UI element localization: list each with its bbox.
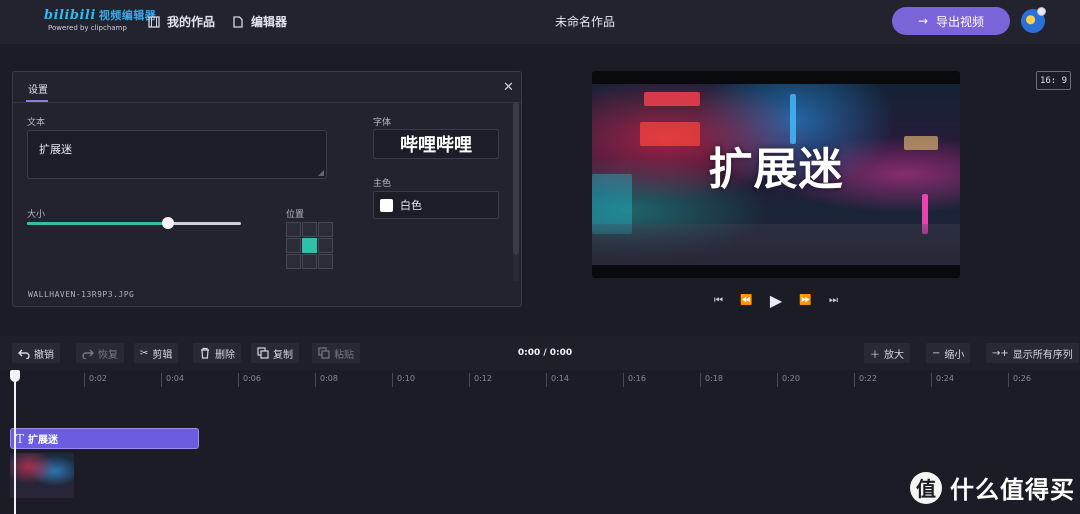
position-middle-left[interactable] <box>286 238 301 253</box>
timeline-toolbar: 撤销 恢复 ✂ 剪辑 删除 复制 粘贴 0:00 / 0:00 ＋ 放大 − 缩… <box>0 336 1080 370</box>
play-icon[interactable]: ▶ <box>770 291 782 310</box>
watermark-text: 什么值得买 <box>950 476 1075 504</box>
close-icon[interactable]: ✕ <box>503 80 514 95</box>
panel-scrollbar-track <box>513 255 519 281</box>
skip-end-icon[interactable]: ⏭ <box>829 295 838 306</box>
ruler-tick: 0:14 <box>546 373 569 387</box>
preview-title-overlay[interactable]: 扩展迷 <box>592 133 960 197</box>
zoom-out-button[interactable]: − 缩小 <box>926 343 971 363</box>
size-slider-fill <box>27 222 169 225</box>
rewind-icon[interactable]: ⏪ <box>740 295 752 306</box>
ruler-tick: 0:24 <box>931 373 954 387</box>
watermark-logo: 值 <box>910 471 942 504</box>
ruler-tick: 0:16 <box>623 373 646 387</box>
aspect-ratio-button[interactable]: 16: 9 <box>1036 71 1071 90</box>
text-icon: T <box>16 431 25 446</box>
text-label: 文本 <box>27 118 46 128</box>
minus-icon: − <box>932 347 941 359</box>
color-label: 主色 <box>373 179 392 189</box>
plus-icon: ＋ <box>870 349 880 361</box>
avatar-badge <box>1037 7 1046 16</box>
export-video-button[interactable]: → 导出视频 <box>892 7 1010 35</box>
video-preview[interactable]: 扩展迷 <box>592 71 960 278</box>
show-all-label: 显示所有序列 <box>1012 349 1073 361</box>
position-top-center[interactable] <box>302 222 317 237</box>
position-middle-right[interactable] <box>318 238 333 253</box>
street <box>592 224 960 265</box>
top-bar: bilibili 视频编辑器 Powered by clipchamp 我的作品 … <box>0 0 1080 44</box>
text-input-value: 扩展迷 <box>39 143 72 156</box>
media-clip-thumbnail[interactable] <box>10 453 74 498</box>
show-all-button[interactable]: →+ 显示所有序列 <box>986 343 1079 363</box>
position-top-left[interactable] <box>286 222 301 237</box>
ruler-tick: 0:18 <box>700 373 723 387</box>
color-select[interactable]: 白色 <box>373 191 499 219</box>
font-label: 字体 <box>373 118 392 128</box>
playback-controls: ⏮ ⏪ ▶ ⏩ ⏭ <box>714 290 838 310</box>
neon-sign <box>644 92 700 106</box>
zoom-in-label: 放大 <box>884 349 904 361</box>
tab-settings[interactable]: 设置 <box>28 81 48 96</box>
settings-panel: 设置 ✕ 文本 扩展迷 ◢ 大小 位置 字体 哔哩哔哩 主色 白色 WALLHA… <box>12 71 522 307</box>
resize-grip-icon[interactable]: ◢ <box>318 168 324 177</box>
font-select[interactable]: 哔哩哔哩 <box>373 129 499 159</box>
text-clip[interactable]: T 扩展迷 <box>10 428 199 449</box>
ruler-tick: 0:12 <box>469 373 492 387</box>
fast-forward-icon[interactable]: ⏩ <box>799 295 811 306</box>
ruler-tick: 0:02 <box>84 373 107 387</box>
ruler-tick: 0:20 <box>777 373 800 387</box>
position-grid <box>286 222 333 269</box>
zoom-out-label: 缩小 <box>944 349 965 361</box>
position-bottom-center[interactable] <box>302 254 317 269</box>
ruler-tick: 0:22 <box>854 373 877 387</box>
position-bottom-right[interactable] <box>318 254 333 269</box>
position-label: 位置 <box>286 210 305 220</box>
timecode: 0:00 / 0:00 <box>517 348 573 358</box>
ruler-tick: 0:04 <box>161 373 184 387</box>
text-input[interactable]: 扩展迷 ◢ <box>27 130 327 179</box>
position-center[interactable] <box>302 238 317 253</box>
expand-arrows-icon: →+ <box>992 347 1009 359</box>
ruler-tick: 0:26 <box>1008 373 1031 387</box>
font-select-value: 哔哩哔哩 <box>400 135 472 156</box>
size-label: 大小 <box>27 210 46 220</box>
export-label: 导出视频 <box>936 14 985 29</box>
text-clip-label: 扩展迷 <box>28 435 59 446</box>
position-top-right[interactable] <box>318 222 333 237</box>
zoom-in-button[interactable]: ＋ 放大 <box>864 343 910 363</box>
panel-divider <box>13 102 521 103</box>
ruler-tick: 0:08 <box>315 373 338 387</box>
ruler-tick: 0:06 <box>238 373 261 387</box>
panel-scrollbar[interactable] <box>513 102 519 255</box>
source-filename: WALLHAVEN-13R9P3.JPG <box>28 290 135 299</box>
skip-start-icon[interactable]: ⏮ <box>714 295 723 306</box>
size-slider-thumb[interactable] <box>162 217 175 229</box>
playhead-handle[interactable] <box>10 370 20 382</box>
timeline-ruler[interactable]: 0:02 0:04 0:06 0:08 0:10 0:12 0:14 0:16 0:18 0:20… <box>0 370 1080 388</box>
watermark: 值 什么值得买 <box>910 470 1075 505</box>
color-swatch <box>380 198 393 212</box>
arrow-right-icon: → <box>917 14 929 28</box>
position-bottom-left[interactable] <box>286 254 301 269</box>
ruler-tick: 0:10 <box>392 373 415 387</box>
playhead[interactable] <box>14 378 16 514</box>
color-select-value: 白色 <box>400 199 422 212</box>
